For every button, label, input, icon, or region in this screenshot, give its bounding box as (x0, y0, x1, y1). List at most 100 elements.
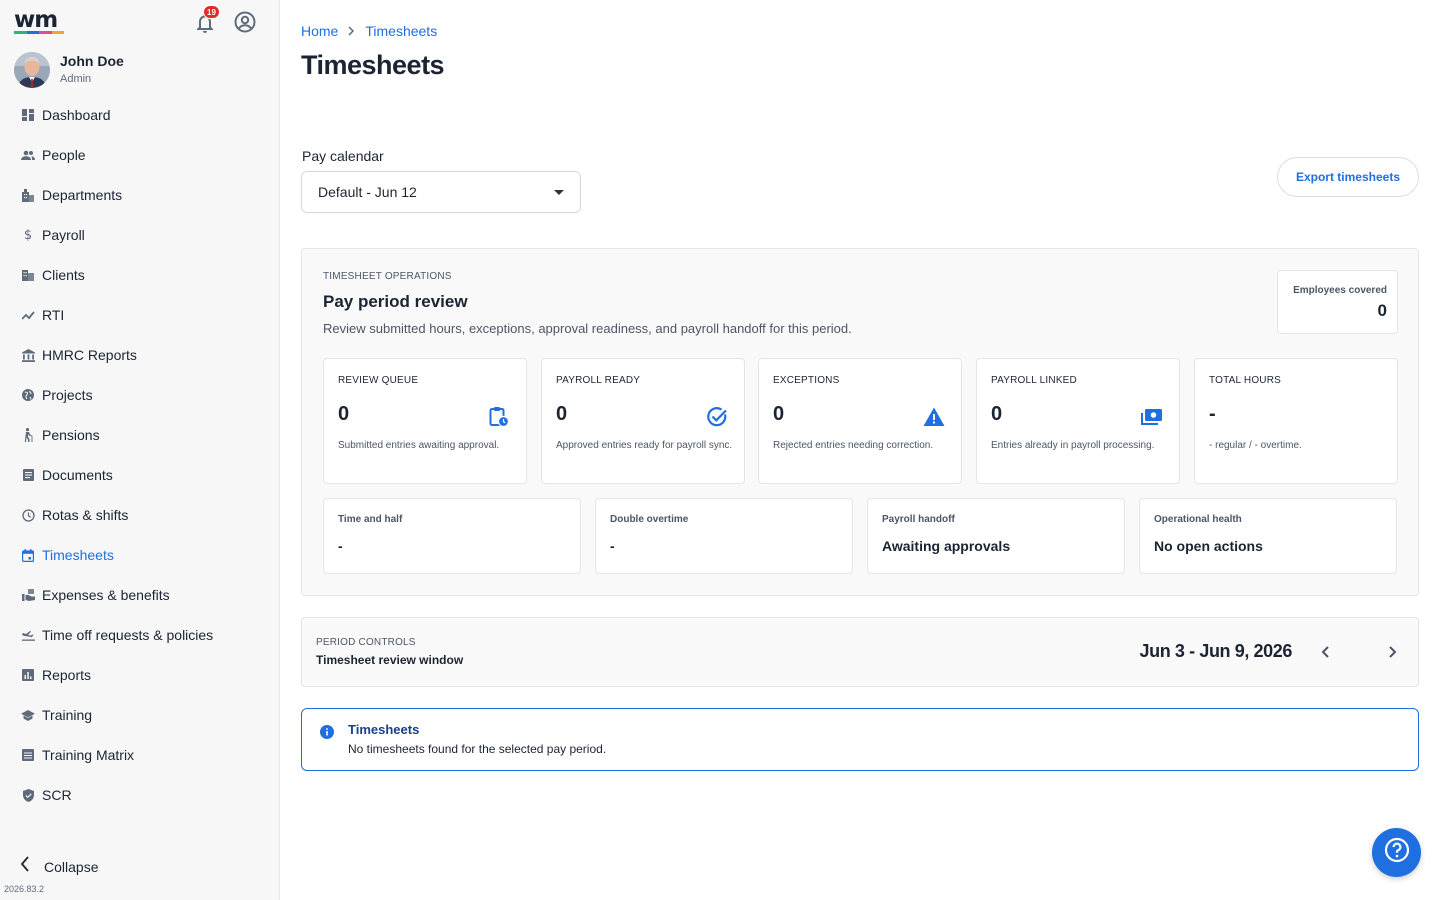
sidebar-item-documents[interactable]: Documents (0, 455, 279, 495)
clock-icon (21, 508, 35, 522)
bank-icon (21, 348, 35, 362)
sidebar-item-label: Payroll (42, 227, 85, 243)
trend-icon (21, 308, 35, 322)
stat-value: Awaiting approvals (882, 538, 1011, 554)
export-timesheets-button[interactable]: Export timesheets (1277, 157, 1419, 197)
sidebar-item-payroll[interactable]: $ Payroll (0, 215, 279, 255)
app-root: wm 19 John Doe Admin Dashboard People De… (0, 0, 1440, 900)
chevron-right-icon (348, 26, 355, 36)
building-icon (21, 188, 35, 202)
sidebar-item-time-off[interactable]: Time off requests & policies (0, 615, 279, 655)
sidebar-item-reports[interactable]: Reports (0, 655, 279, 695)
page-title: Timesheets (301, 50, 445, 80)
exceptions-card: EXCEPTIONS 0 Rejected entries needing co… (758, 358, 962, 484)
check-circle-icon (706, 406, 728, 428)
metric-title: REVIEW QUEUE (338, 375, 419, 386)
sidebar-item-expenses-benefits[interactable]: Expenses & benefits (0, 575, 279, 615)
app-version: 2026.83.2 (4, 884, 45, 894)
metric-title: TOTAL HOURS (1209, 375, 1282, 386)
breadcrumb: Home Timesheets (301, 23, 437, 39)
review-queue-card: REVIEW QUEUE 0 Submitted entries awaitin… (323, 358, 527, 484)
alert-title: Timesheets (348, 722, 420, 737)
logo-color-bar (14, 31, 64, 34)
shield-icon (21, 788, 35, 802)
help-question-icon (1384, 837, 1410, 868)
people-icon (21, 148, 35, 162)
dollar-icon: $ (23, 227, 33, 243)
stat-title: Time and half (338, 514, 403, 525)
employees-covered-value: 0 (1377, 301, 1387, 320)
metric-title: EXCEPTIONS (773, 375, 840, 386)
sidebar-item-label: Training (42, 707, 93, 723)
account-circle-icon[interactable] (233, 10, 257, 34)
metric-value: 0 (773, 403, 785, 425)
sidebar-item-hmrc-reports[interactable]: HMRC Reports (0, 335, 279, 375)
operations-description: Review submitted hours, exceptions, appr… (323, 321, 852, 336)
logo[interactable]: wm (14, 7, 66, 34)
collapse-button[interactable]: Collapse (20, 856, 98, 877)
payroll-handoff-card: Payroll handoff Awaiting approvals (867, 498, 1125, 574)
operations-title: Pay period review (323, 292, 468, 311)
time-and-half-card: Time and half - (323, 498, 581, 574)
user-role: Admin (60, 73, 92, 85)
next-period-chevron-right-icon[interactable] (1382, 642, 1402, 662)
alert-message: No timesheets found for the selected pay… (348, 742, 607, 756)
sidebar-item-rti[interactable]: RTI (0, 295, 279, 335)
stat-value: - (610, 538, 615, 554)
sidebar-item-pensions[interactable]: Pensions (0, 415, 279, 455)
sidebar-item-training-matrix[interactable]: Training Matrix (0, 735, 279, 775)
payroll-linked-card: PAYROLL LINKED 0 Entries already in payr… (976, 358, 1180, 484)
period-date-range: Jun 3 - Jun 9, 2026 (1139, 641, 1293, 661)
sidebar-item-label: HMRC Reports (42, 347, 137, 363)
sidebar-item-departments[interactable]: Departments (0, 175, 279, 215)
sidebar-item-label: Reports (42, 667, 92, 683)
logo-text: wm (14, 7, 58, 33)
operations-eyebrow: TIMESHEET OPERATIONS (323, 271, 452, 282)
payroll-ready-card: PAYROLL READY 0 Approved entries ready f… (541, 358, 745, 484)
payments-icon (1141, 406, 1163, 428)
sidebar-item-label: Departments (42, 187, 123, 203)
sidebar-item-label: Rotas & shifts (42, 507, 129, 523)
sidebar-item-label: People (42, 147, 86, 163)
stat-value: - (338, 538, 343, 554)
globe-icon (21, 388, 35, 402)
sidebar-item-projects[interactable]: Projects (0, 375, 279, 415)
stat-title: Double overtime (610, 514, 689, 525)
sidebar-item-clients[interactable]: Clients (0, 255, 279, 295)
pay-calendar-label: Pay calendar (302, 148, 384, 164)
previous-period-chevron-left-icon[interactable] (1316, 642, 1336, 662)
sidebar-nav: Dashboard People Departments $ Payroll C… (0, 95, 279, 815)
metric-title: PAYROLL LINKED (991, 375, 1077, 386)
sidebar-item-label: SCR (42, 787, 72, 803)
matrix-icon (21, 748, 35, 762)
sidebar-item-rotas-shifts[interactable]: Rotas & shifts (0, 495, 279, 535)
sidebar-item-label: Dashboard (42, 107, 111, 123)
metric-title: PAYROLL READY (556, 375, 641, 386)
metric-description: Submitted entries awaiting approval. (338, 440, 500, 451)
sidebar-item-people[interactable]: People (0, 135, 279, 175)
dashboard-icon (21, 108, 35, 122)
metric-description: Rejected entries needing correction. (773, 440, 934, 451)
report-icon (21, 668, 35, 682)
sidebar-item-timesheets[interactable]: Timesheets (0, 535, 279, 575)
sidebar-item-training[interactable]: Training (0, 695, 279, 735)
sidebar-item-dashboard[interactable]: Dashboard (0, 95, 279, 135)
document-icon (21, 468, 35, 482)
avatar[interactable] (14, 52, 50, 88)
metric-description: - regular / - overtime. (1209, 440, 1302, 451)
sidebar-item-label: Clients (42, 267, 85, 283)
breadcrumb-current-link[interactable]: Timesheets (365, 23, 437, 39)
stat-title: Operational health (1154, 514, 1242, 525)
pay-calendar-select[interactable]: Default - Jun 12 (301, 171, 581, 213)
help-button[interactable] (1372, 828, 1421, 877)
metric-value: - (1209, 403, 1216, 425)
employees-covered-label: Employees covered (1293, 285, 1387, 296)
period-controls-eyebrow: PERIOD CONTROLS (316, 637, 416, 648)
metric-description: Approved entries ready for payroll sync. (556, 440, 733, 451)
flight-icon (21, 628, 35, 642)
elderly-icon (21, 428, 35, 442)
metric-description: Entries already in payroll processing. (991, 440, 1155, 451)
sidebar-item-scr[interactable]: SCR (0, 775, 279, 815)
breadcrumb-home-link[interactable]: Home (301, 23, 338, 39)
period-controls-title: Timesheet review window (316, 653, 464, 667)
